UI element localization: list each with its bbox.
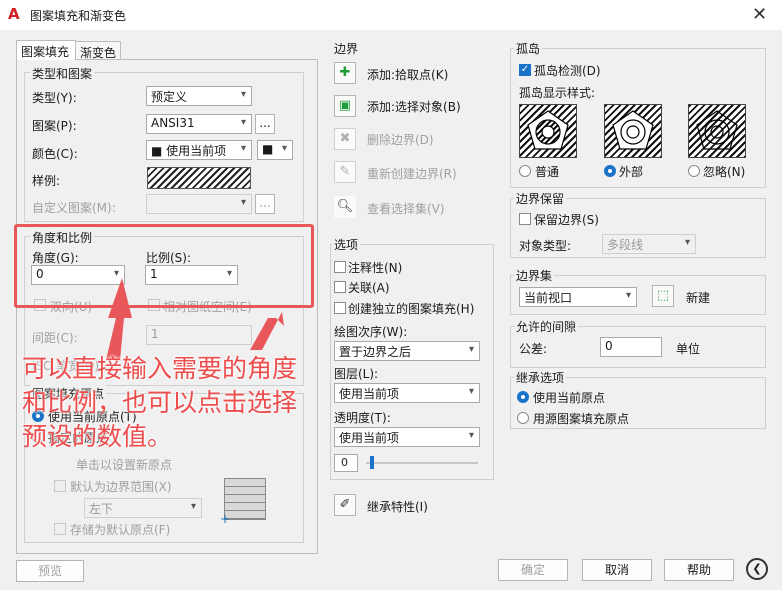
annotation-line-3: 预设的数值。 [22,422,173,451]
annotation-text: 可以直接输入需要的角度 和比例，也可以点击选择 预设的数值。 [22,352,297,454]
tab-hatch-label: 图案填充 [21,45,70,59]
annotation-line-2: 和比例，也可以点击选择 [22,388,298,417]
annotation-line-1: 可以直接输入需要的角度 [22,354,298,383]
tab-hatch[interactable]: 图案填充 [16,40,76,60]
annotation-arrows [106,278,284,360]
annotation-arrow-left [106,278,132,360]
annotation-arrow-right [238,280,284,350]
